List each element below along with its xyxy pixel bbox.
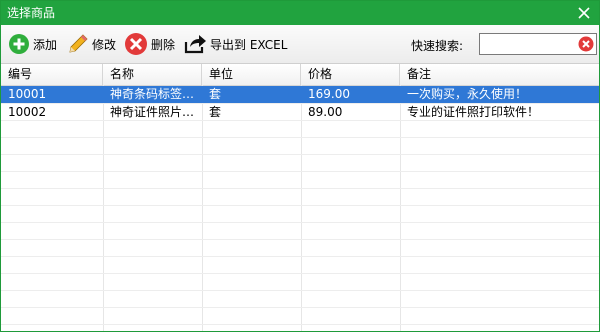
- title-bar[interactable]: 选择商品: [1, 1, 599, 25]
- cell-unit: 套: [209, 87, 222, 101]
- column-header-price[interactable]: 价格: [301, 64, 400, 85]
- delete-icon: [125, 33, 147, 55]
- add-label: 添加: [33, 37, 58, 52]
- search-input[interactable]: [482, 35, 578, 53]
- delete-button[interactable]: 删除: [124, 32, 175, 56]
- row-divider: [1, 171, 599, 172]
- select-product-dialog: 选择商品 添加 修改 删除 导出到 EXCEL 快速搜索: 编号 名称 单位 价…: [0, 0, 600, 332]
- window-title: 选择商品: [7, 6, 56, 20]
- row-divider: [1, 222, 599, 223]
- cell-price: 89.00: [308, 105, 343, 119]
- add-button[interactable]: 添加: [8, 32, 57, 56]
- close-icon: [578, 7, 590, 19]
- table-row[interactable]: 10001 神奇条码标签… 套 169.00 一次购买，永久使用！: [1, 86, 599, 103]
- search-box[interactable]: [479, 33, 597, 55]
- clear-search-button[interactable]: [578, 36, 594, 52]
- product-table: 编号 名称 单位 价格 备注 10001 神奇条码标签… 套 169.00 一次…: [1, 64, 599, 331]
- export-label: 导出到 EXCEL: [210, 37, 288, 52]
- column-divider: [400, 85, 401, 331]
- column-header-name[interactable]: 名称: [103, 64, 202, 85]
- cell-name: 神奇条码标签…: [110, 87, 195, 101]
- cell-id: 10001: [8, 87, 47, 101]
- table-row[interactable]: 10002 神奇证件照片… 套 89.00 专业的证件照打印软件！: [1, 104, 599, 121]
- clear-search-icon: [578, 36, 594, 52]
- column-divider: [103, 85, 104, 331]
- cell-price: 169.00: [308, 87, 350, 101]
- row-divider: [1, 137, 599, 138]
- column-divider: [202, 85, 203, 331]
- row-divider: [1, 256, 599, 257]
- column-header-unit[interactable]: 单位: [202, 64, 301, 85]
- edit-label: 修改: [92, 37, 117, 52]
- row-divider: [1, 239, 599, 240]
- delete-label: 删除: [151, 37, 176, 52]
- add-icon: [9, 34, 29, 54]
- row-divider: [1, 154, 599, 155]
- cell-note: 专业的证件照打印软件！: [407, 105, 540, 119]
- row-divider: [1, 205, 599, 206]
- row-divider: [1, 273, 599, 274]
- cell-unit: 套: [209, 105, 222, 119]
- export-excel-button[interactable]: 导出到 EXCEL: [183, 32, 287, 56]
- edit-icon: [69, 34, 88, 53]
- cell-name: 神奇证件照片…: [110, 105, 195, 119]
- column-header-id[interactable]: 编号: [1, 64, 103, 85]
- search-label: 快速搜索:: [411, 39, 464, 53]
- toolbar: 添加 修改 删除 导出到 EXCEL 快速搜索:: [1, 25, 599, 64]
- column-divider: [301, 85, 302, 331]
- row-divider: [1, 324, 599, 325]
- cell-id: 10002: [8, 105, 47, 119]
- row-divider: [1, 188, 599, 189]
- column-header-note[interactable]: 备注: [400, 64, 599, 85]
- export-icon: [184, 35, 206, 54]
- edit-button[interactable]: 修改: [67, 32, 116, 56]
- row-divider: [1, 307, 599, 308]
- close-button[interactable]: [575, 4, 593, 22]
- row-divider: [1, 290, 599, 291]
- table-header: 编号 名称 单位 价格 备注: [1, 64, 599, 86]
- cell-note: 一次购买，永久使用！: [407, 87, 528, 101]
